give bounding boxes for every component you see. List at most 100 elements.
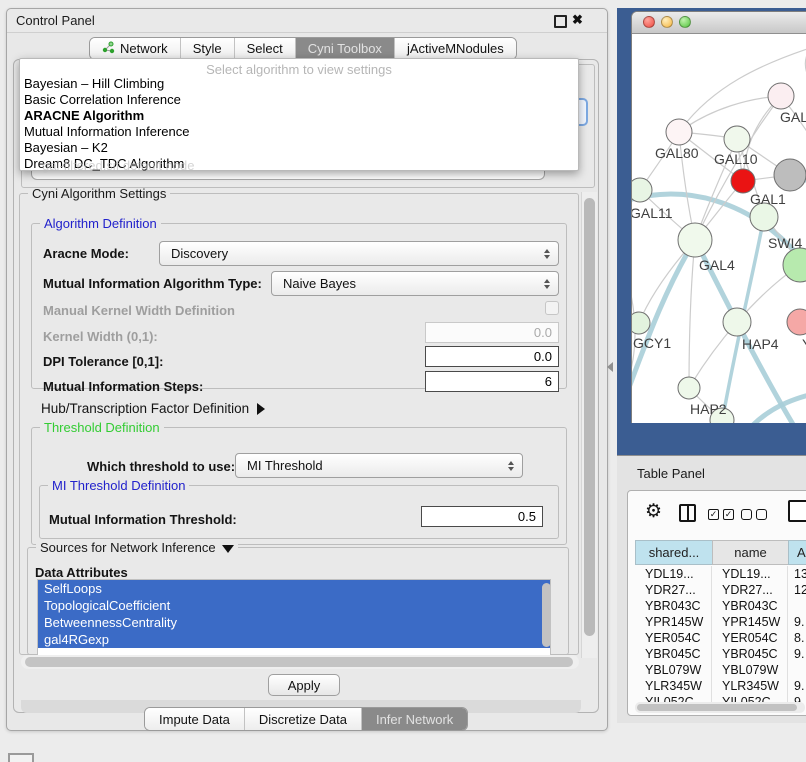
checked-checkbox-icon[interactable]: ✓ [708,509,719,520]
list-scrollbar-thumb[interactable] [542,583,551,647]
column-header-clipped[interactable]: A [788,540,806,565]
unchecked-checkbox-icon[interactable] [741,509,752,520]
table-row[interactable]: YDR27... YDR27... 12 [635,582,806,598]
zoom-traffic-light-icon[interactable] [679,16,691,28]
network-window-titlebar[interactable] [632,12,806,34]
table-horizontal-scrollbar-thumb[interactable] [637,704,797,711]
tab-discretize-data[interactable]: Discretize Data [245,708,362,730]
unchecked-checkbox-icon[interactable] [756,509,767,520]
network-view-window[interactable]: GALGAL80GAL10GAL1GAL11GAL4SWI4GCY1HAP4YH… [631,11,806,423]
tab-infer-network[interactable]: Infer Network [362,708,467,730]
stepper-icon [544,249,550,259]
algorithm-option[interactable]: Basic Correlation Inference [24,92,574,108]
table-header-row: shared... name A [635,540,806,565]
network-node-gal10[interactable] [724,126,750,152]
table-row[interactable]: YLR345W YLR345W 9. [635,678,806,694]
mi-threshold-input[interactable]: 0.5 [421,506,543,527]
column-header-name[interactable]: name [712,540,788,565]
kernel-width-label: Kernel Width (0,1): [43,329,158,344]
table-row[interactable]: YBR045C YBR045C 9. [635,646,806,662]
network-node-hap4[interactable] [723,308,751,336]
tab-network[interactable]: Network [90,38,181,59]
threshold-definition-title: Threshold Definition [40,420,164,435]
table-row[interactable]: YBR043C YBR043C [635,598,806,614]
algorithm-option[interactable]: ARACNE Algorithm [24,108,574,124]
network-node[interactable] [731,169,755,193]
tab-cyni-toolbox[interactable]: Cyni Toolbox [296,38,395,59]
collapse-arrow-icon [222,545,234,553]
cyni-algorithm-settings-title: Cyni Algorithm Settings [28,186,170,201]
network-graph[interactable]: GALGAL80GAL10GAL1GAL11GAL4SWI4GCY1HAP4YH… [632,34,806,423]
table-row[interactable]: YIL052C YIL052C 9 [635,694,806,702]
algorithm-option[interactable]: Bayesian – K2 [24,140,574,156]
document-icon[interactable] [788,500,806,522]
network-node-gal[interactable] [768,83,794,109]
expand-arrow-icon [257,403,265,415]
dpi-tolerance-input[interactable]: 0.0 [425,346,559,367]
minimize-traffic-light-icon[interactable] [661,16,673,28]
network-node-label: GAL10 [714,151,758,167]
network-node-hap2[interactable] [678,377,700,399]
close-traffic-light-icon[interactable] [643,16,655,28]
background-combobox-text: gal-filtered.sif default node [42,158,194,173]
settings-vertical-scrollbar-thumb[interactable] [584,198,595,636]
network-icon [102,41,115,57]
mi-algorithm-type-label: Mutual Information Algorithm Type: [43,276,262,291]
split-columns-icon[interactable] [679,504,696,522]
table-row[interactable]: YER054C YER054C 8. [635,630,806,646]
table-row[interactable]: YDL19... YDL19... 13 [635,566,806,582]
mi-threshold-definition-title: MI Threshold Definition [48,478,189,493]
checked-checkbox-icon[interactable]: ✓ [723,509,734,520]
tab-impute-data[interactable]: Impute Data [145,708,245,730]
tab-select[interactable]: Select [235,38,296,59]
network-node-label: GAL1 [750,191,786,207]
network-edge [689,240,695,388]
panel-splitter-arrow[interactable] [607,362,613,372]
manual-kernel-checkbox[interactable] [545,301,559,315]
aracne-mode-select[interactable]: Discovery [159,241,559,266]
network-node-gal1[interactable] [750,203,778,231]
data-attribute-item[interactable]: SelfLoops [38,580,550,597]
tab-style[interactable]: Style [181,38,235,59]
data-attribute-item[interactable]: gal4RGexp [38,631,550,648]
network-canvas[interactable]: GALGAL80GAL10GAL1GAL11GAL4SWI4GCY1HAP4YH… [632,34,806,423]
clipped-bottom-widget[interactable] [8,753,34,762]
table-row[interactable]: YPR145W YPR145W 9. [635,614,806,630]
settings-horizontal-scrollbar[interactable] [21,655,579,669]
algorithm-option[interactable]: Mutual Information Inference [24,124,574,140]
table-horizontal-scrollbar[interactable] [635,702,805,713]
sources-title[interactable]: Sources for Network Inference [36,540,238,555]
network-node-gal4[interactable] [678,223,712,257]
table-settings-gear-icon[interactable]: ⚙ [645,500,662,523]
network-node-label: HAP2 [690,401,727,417]
mi-steps-input[interactable]: 6 [425,371,559,392]
apply-button[interactable]: Apply [268,674,340,696]
network-node-gal80[interactable] [666,119,692,145]
kernel-width-input[interactable]: 0.0 [425,322,559,343]
which-threshold-label: Which threshold to use: [87,459,235,474]
settings-vertical-scrollbar[interactable] [581,192,597,658]
float-window-icon[interactable] [554,15,567,28]
column-header-shared-name[interactable]: shared... [635,540,712,565]
data-attribute-item[interactable]: BetweennessCentrality [38,614,550,631]
manual-kernel-label: Manual Kernel Width Definition [43,303,235,318]
network-node-y[interactable] [787,309,806,335]
table-row[interactable]: YBL079W YBL079W [635,662,806,678]
network-node-gal11[interactable] [632,178,652,202]
algorithm-dropdown-popup: Select algorithm to view settings Bayesi… [19,58,579,171]
algorithm-option[interactable]: Bayesian – Hill Climbing [24,76,574,92]
tab-jactivemnodules[interactable]: jActiveMNodules [395,38,516,59]
data-attribute-item[interactable]: TopologicalCoefficient [38,597,550,614]
settings-horizontal-scrollbar-thumb[interactable] [25,657,573,667]
control-panel-titlebar[interactable]: Control Panel ✖ [7,9,607,33]
which-threshold-select[interactable]: MI Threshold [235,453,523,478]
network-node-swi4[interactable] [783,248,806,282]
data-attributes-list[interactable]: SelfLoopsTopologicalCoefficientBetweenne… [37,579,551,661]
mi-algorithm-type-select[interactable]: Naive Bayes [271,271,559,296]
close-icon[interactable]: ✖ [572,12,583,28]
stepper-icon [508,461,514,471]
hub-definition-toggle[interactable]: Hub/Transcription Factor Definition [41,401,265,416]
network-node-gcy1[interactable] [632,312,650,334]
network-node-label: GCY1 [633,335,671,351]
network-node[interactable] [774,159,806,191]
